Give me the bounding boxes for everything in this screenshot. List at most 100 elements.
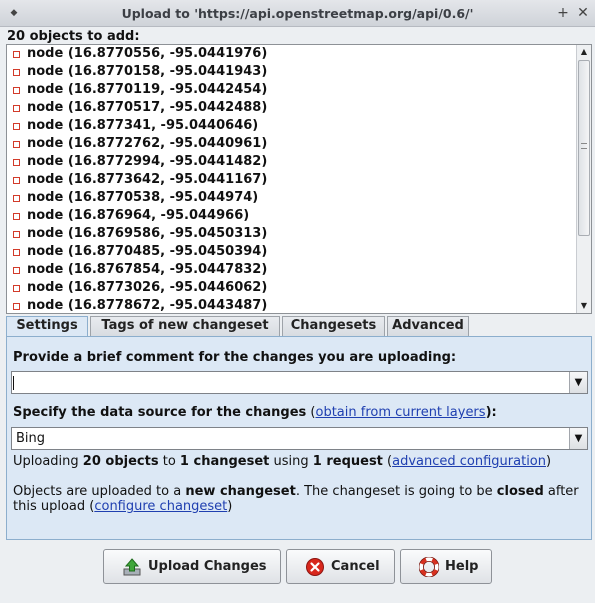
node-icon [13,195,20,202]
info-new-changeset: new changeset [185,484,296,499]
source-paren-close: ): [485,405,497,420]
configure-changeset-link[interactable]: configure changeset [94,499,227,514]
node-label: node (16.8767854, -95.0447832) [27,262,268,277]
list-item[interactable]: node (16.8770119, -95.0442454) [7,81,577,99]
changeset-info-line-1: Objects are uploaded to a new changeset.… [13,484,579,499]
cancel-label: Cancel [331,559,380,574]
node-icon [13,105,20,112]
node-label: node (16.8770158, -95.0441943) [27,64,268,79]
node-label: node (16.877341, -95.0440646) [27,118,259,133]
tab-changesets[interactable]: Changesets [282,316,385,336]
node-label: node (16.876964, -95.044966) [27,208,250,223]
close-icon[interactable]: ✕ [575,5,591,21]
window-title: Upload to 'https://api.openstreetmap.org… [121,6,474,21]
objects-list[interactable]: node (16.8770556, -95.0441976) node (16.… [6,44,592,314]
chevron-down-icon[interactable]: ▼ [569,428,587,449]
node-icon [13,267,20,274]
info-text: ) [227,499,233,514]
node-label: node (16.8770517, -95.0442488) [27,100,268,115]
info-closed: closed [496,484,544,499]
node-icon [13,303,20,310]
summary-text: ( [382,454,393,469]
source-prompt-label: Specify the data source for the changes [13,405,307,420]
list-item[interactable]: node (16.8769586, -95.0450313) [7,225,577,243]
node-label: node (16.8772762, -95.0440961) [27,136,268,151]
node-rows: node (16.8770556, -95.0441976) node (16.… [7,45,577,313]
node-label: node (16.8772994, -95.0441482) [27,154,268,169]
info-text: . The changeset is going to be [295,484,497,499]
node-icon [13,285,20,292]
tab-advanced[interactable]: Advanced [387,316,469,336]
chevron-down-icon[interactable]: ▼ [569,372,587,393]
tab-settings[interactable]: Settings [6,316,88,336]
node-label: node (16.8773026, -95.0446062) [27,280,268,295]
cancel-button[interactable]: Cancel [286,549,395,584]
title-bar[interactable]: ◆ Upload to 'https://api.openstreetmap.o… [0,0,595,27]
node-label: node (16.8778672, -95.0443487) [27,298,268,313]
obtain-from-layers-link[interactable]: obtain from current layers [316,405,486,420]
tab-tags-of-new-changeset[interactable]: Tags of new changeset [90,316,280,336]
list-item[interactable]: node (16.8770517, -95.0442488) [7,99,577,117]
summary-text: to [158,454,180,469]
source-field[interactable]: Bing ▼ [11,427,588,450]
list-item[interactable]: node (16.8772994, -95.0441482) [7,153,577,171]
list-item[interactable]: node (16.8770158, -95.0441943) [7,63,577,81]
node-icon [13,69,20,76]
node-icon [13,87,20,94]
comment-prompt: Provide a brief comment for the changes … [13,350,457,365]
list-item[interactable]: node (16.8767854, -95.0447832) [7,261,577,279]
summary-object-count: 20 objects [82,454,159,469]
summary-text: Uploading [13,454,83,469]
node-label: node (16.8770485, -95.0450394) [27,244,268,259]
list-item[interactable]: node (16.8778672, -95.0443487) [7,297,577,313]
node-icon [13,141,20,148]
node-icon [13,51,20,58]
node-label: node (16.8770556, -95.0441976) [27,46,268,61]
node-label: node (16.8773642, -95.0441167) [27,172,268,187]
summary-request-count: 1 request [312,454,383,469]
summary-text: using [269,454,313,469]
node-label: node (16.8770119, -95.0442454) [27,82,268,97]
node-icon [13,123,20,130]
scrollbar-thumb[interactable] [578,60,590,236]
scroll-down-icon[interactable]: ▼ [577,299,591,313]
scroll-up-icon[interactable]: ▲ [577,45,591,59]
grip-icon [581,143,587,149]
settings-panel: Provide a brief comment for the changes … [6,336,592,540]
help-button[interactable]: Help [400,549,492,584]
upload-summary: Uploading 20 objects to 1 changeset usin… [13,454,551,469]
info-text: Objects are uploaded to a [13,484,186,499]
node-label: node (16.8770538, -95.044974) [27,190,259,205]
node-icon [13,249,20,256]
summary-text: ) [546,454,552,469]
node-icon [13,231,20,238]
upload-icon [123,558,141,576]
list-item[interactable]: node (16.8772762, -95.0440961) [7,135,577,153]
source-prompt: Specify the data source for the changes … [13,405,497,420]
list-item[interactable]: node (16.8773642, -95.0441167) [7,171,577,189]
upload-dialog: ◆ Upload to 'https://api.openstreetmap.o… [0,0,595,603]
node-icon [13,213,20,220]
comment-field[interactable]: ▼ [11,371,588,394]
info-text: after [543,484,579,499]
advanced-configuration-link[interactable]: advanced configuration [392,454,546,469]
list-item[interactable]: node (16.8770538, -95.044974) [7,189,577,207]
upload-changes-label: Upload Changes [148,559,267,574]
maximize-icon[interactable]: + [555,5,571,21]
list-item[interactable]: node (16.8770556, -95.0441976) [7,45,577,63]
list-item[interactable]: node (16.8770485, -95.0450394) [7,243,577,261]
upload-changes-button[interactable]: Upload Changes [103,549,281,584]
info-text: this upload ( [13,499,95,514]
changeset-info-line-2: this upload (configure changeset) [13,499,232,514]
node-icon [13,177,20,184]
list-scrollbar[interactable]: ▲ ▼ [576,45,591,313]
summary-changeset-count: 1 changeset [179,454,270,469]
list-item[interactable]: node (16.876964, -95.044966) [7,207,577,225]
source-value: Bing [16,431,46,446]
list-item[interactable]: node (16.8773026, -95.0446062) [7,279,577,297]
list-item[interactable]: node (16.877341, -95.0440646) [7,117,577,135]
help-label: Help [445,559,479,574]
node-icon [13,159,20,166]
cancel-icon [306,558,324,576]
node-label: node (16.8769586, -95.0450313) [27,226,268,241]
